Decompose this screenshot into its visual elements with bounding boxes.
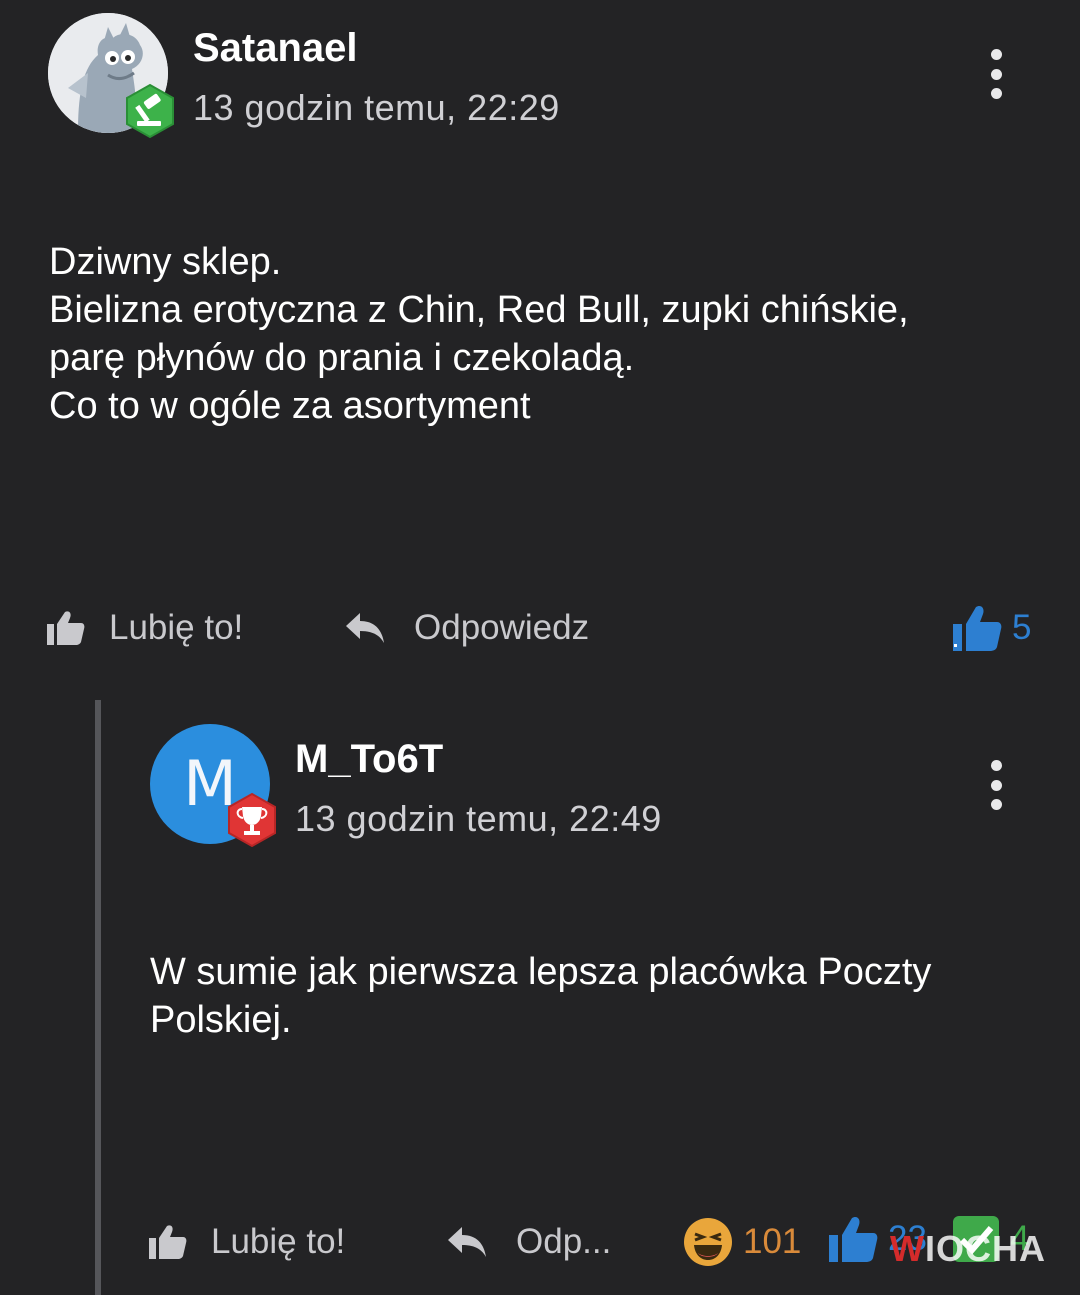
- comment-line: Polskiej.: [150, 999, 292, 1041]
- reply-arrow-icon: [346, 613, 384, 643]
- reply-label: Odp...: [516, 1222, 612, 1261]
- username[interactable]: M_To6T: [295, 737, 443, 782]
- laugh-count: 101: [743, 1222, 802, 1261]
- more-options-icon[interactable]: [984, 760, 1008, 810]
- comment-line: W sumie jak pierwsza lepsza placówka Poc…: [150, 951, 932, 993]
- reply-label: Odpowiedz: [414, 608, 590, 647]
- trophy-icon: [228, 792, 276, 848]
- thumbs-up-icon: [47, 611, 85, 645]
- blue-thumbs-up-icon: [829, 1216, 878, 1262]
- watermark-logo: WIOCHA: [890, 1228, 1046, 1270]
- like-count: 5: [1012, 608, 1032, 647]
- reply-thread-line: [95, 700, 101, 1295]
- thumbs-up-icon: [149, 1225, 187, 1259]
- reply-button[interactable]: Odpowiedz: [344, 608, 589, 648]
- laugh-reaction-count[interactable]: 101: [683, 1217, 801, 1267]
- watermark-rest: IOCHA: [924, 1228, 1046, 1269]
- comment-body: Dziwny sklep. Bielizna erotyczna z Chin,…: [49, 238, 909, 430]
- gavel-icon: [126, 83, 174, 139]
- comment-line: Bielizna erotyczna z Chin, Red Bull, zup…: [49, 289, 909, 331]
- watermark-first-letter: W: [890, 1228, 925, 1269]
- comment-body: W sumie jak pierwsza lepsza placówka Poc…: [150, 948, 931, 1044]
- like-button[interactable]: Lubię to!: [47, 608, 243, 648]
- like-label: Lubię to!: [109, 608, 244, 647]
- like-reaction-count[interactable]: 5: [952, 604, 1031, 652]
- timestamp: 13 godzin temu, 22:49: [295, 798, 662, 839]
- more-options-icon[interactable]: [984, 49, 1008, 99]
- comment-line: parę płynów do prania i czekoladą.: [49, 337, 635, 379]
- timestamp: 13 godzin temu, 22:29: [193, 87, 560, 128]
- username[interactable]: Satanael: [193, 26, 358, 71]
- trophy-badge: [226, 792, 278, 848]
- reply-button[interactable]: Odp...: [446, 1222, 611, 1262]
- blue-thumbs-up-icon: [953, 605, 1002, 651]
- comment-line: Co to w ogóle za asortyment: [49, 385, 531, 427]
- like-label: Lubię to!: [211, 1222, 346, 1261]
- moderator-badge: [124, 83, 176, 139]
- laughing-face-icon: [684, 1218, 732, 1266]
- comment-line: Dziwny sklep.: [49, 241, 282, 283]
- comment-thread: Satanael 13 godzin temu, 22:29 Dziwny sk…: [0, 0, 1080, 1295]
- reply-arrow-icon: [448, 1227, 486, 1257]
- like-button[interactable]: Lubię to!: [149, 1222, 345, 1262]
